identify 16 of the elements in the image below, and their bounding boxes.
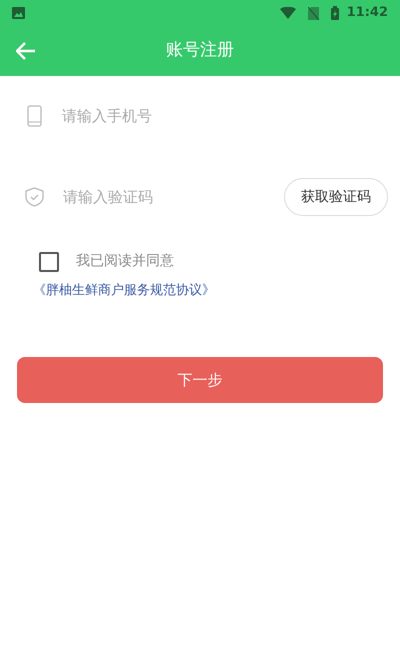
agreement-link[interactable]: 《胖柚生鲜商户服务规范协议》	[33, 283, 215, 298]
next-button[interactable]: 下一步	[17, 357, 383, 403]
code-input-field[interactable]: 请输入验证码	[63, 186, 284, 208]
shield-check-icon	[25, 187, 44, 207]
get-code-button[interactable]: 获取验证码	[284, 178, 388, 216]
agree-checkbox[interactable]	[39, 252, 59, 272]
phone-icon	[27, 105, 42, 127]
page-title: 账号注册	[166, 39, 234, 62]
wifi-icon	[280, 7, 296, 19]
agree-label: 我已阅读并同意	[76, 252, 174, 271]
phone-input-field[interactable]: 请输入手机号	[62, 104, 373, 128]
no-sim-icon	[308, 6, 319, 20]
status-time: 11:42	[346, 4, 388, 22]
back-arrow-icon	[16, 42, 36, 60]
battery-icon	[330, 6, 339, 20]
image-icon	[12, 7, 25, 19]
